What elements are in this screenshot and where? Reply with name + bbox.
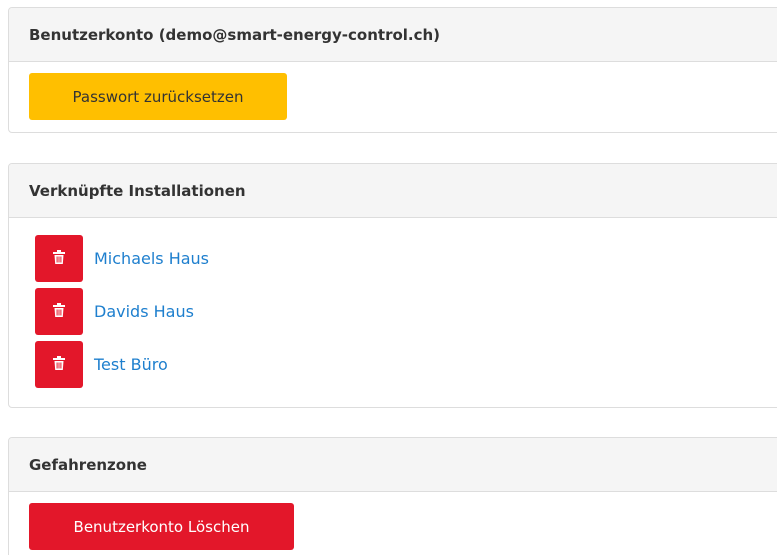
installation-link[interactable]: Test Büro xyxy=(94,355,168,374)
delete-account-button[interactable]: Benutzerkonto Löschen xyxy=(29,503,294,550)
installations-panel: Verknüpfte Installationen Michaels Haus … xyxy=(8,163,777,408)
trash-icon xyxy=(53,302,65,321)
installation-item: Test Büro xyxy=(35,341,777,388)
account-panel-body: Passwort zurücksetzen xyxy=(9,62,777,120)
danger-zone-panel: Gefahrenzone Benutzerkonto Löschen xyxy=(8,437,777,555)
trash-icon xyxy=(53,355,65,374)
installation-item: Michaels Haus xyxy=(35,235,777,282)
delete-installation-button[interactable] xyxy=(35,341,83,388)
delete-installation-button[interactable] xyxy=(35,288,83,335)
installation-link[interactable]: Michaels Haus xyxy=(94,249,209,268)
installation-link[interactable]: Davids Haus xyxy=(94,302,194,321)
danger-zone-body: Benutzerkonto Löschen xyxy=(9,492,777,550)
account-panel: Benutzerkonto (demo@smart-energy-control… xyxy=(8,7,777,133)
installation-item: Davids Haus xyxy=(35,288,777,335)
page: Benutzerkonto (demo@smart-energy-control… xyxy=(0,0,777,555)
trash-icon xyxy=(53,249,65,268)
reset-password-button[interactable]: Passwort zurücksetzen xyxy=(29,73,287,120)
delete-installation-button[interactable] xyxy=(35,235,83,282)
installations-list: Michaels Haus Davids Haus Test Büro xyxy=(9,218,777,388)
account-panel-heading: Benutzerkonto (demo@smart-energy-control… xyxy=(9,8,777,62)
danger-zone-heading: Gefahrenzone xyxy=(9,438,777,492)
installations-panel-heading: Verknüpfte Installationen xyxy=(9,164,777,218)
